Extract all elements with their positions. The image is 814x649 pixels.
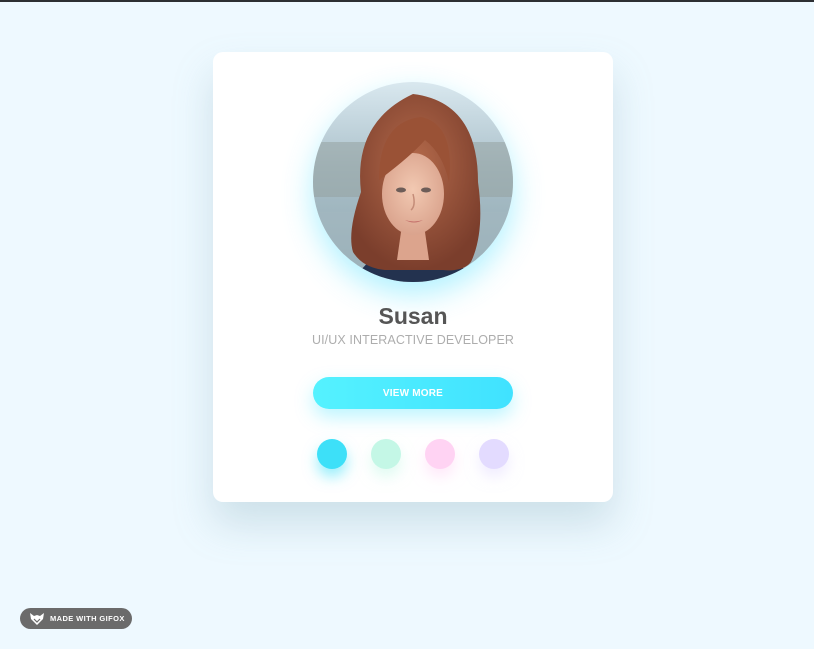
fox-icon [29,612,45,626]
profile-card: Susan UI/UX INTERACTIVE DEVELOPER VIEW M… [213,52,613,502]
color-dot-mint[interactable] [371,439,401,469]
color-dots [317,439,509,469]
color-dot-lavender[interactable] [479,439,509,469]
color-dot-cyan[interactable] [317,439,347,469]
top-border [0,0,814,2]
color-dot-pink[interactable] [425,439,455,469]
profile-name: Susan [378,303,448,329]
gifox-badge[interactable]: MADE WITH GIFOX [20,608,132,629]
portrait-photo-icon [313,82,513,282]
profile-role: UI/UX INTERACTIVE DEVELOPER [311,333,515,347]
avatar [313,82,513,282]
view-more-button[interactable]: VIEW MORE [313,377,513,409]
badge-label: MADE WITH GIFOX [50,614,125,623]
